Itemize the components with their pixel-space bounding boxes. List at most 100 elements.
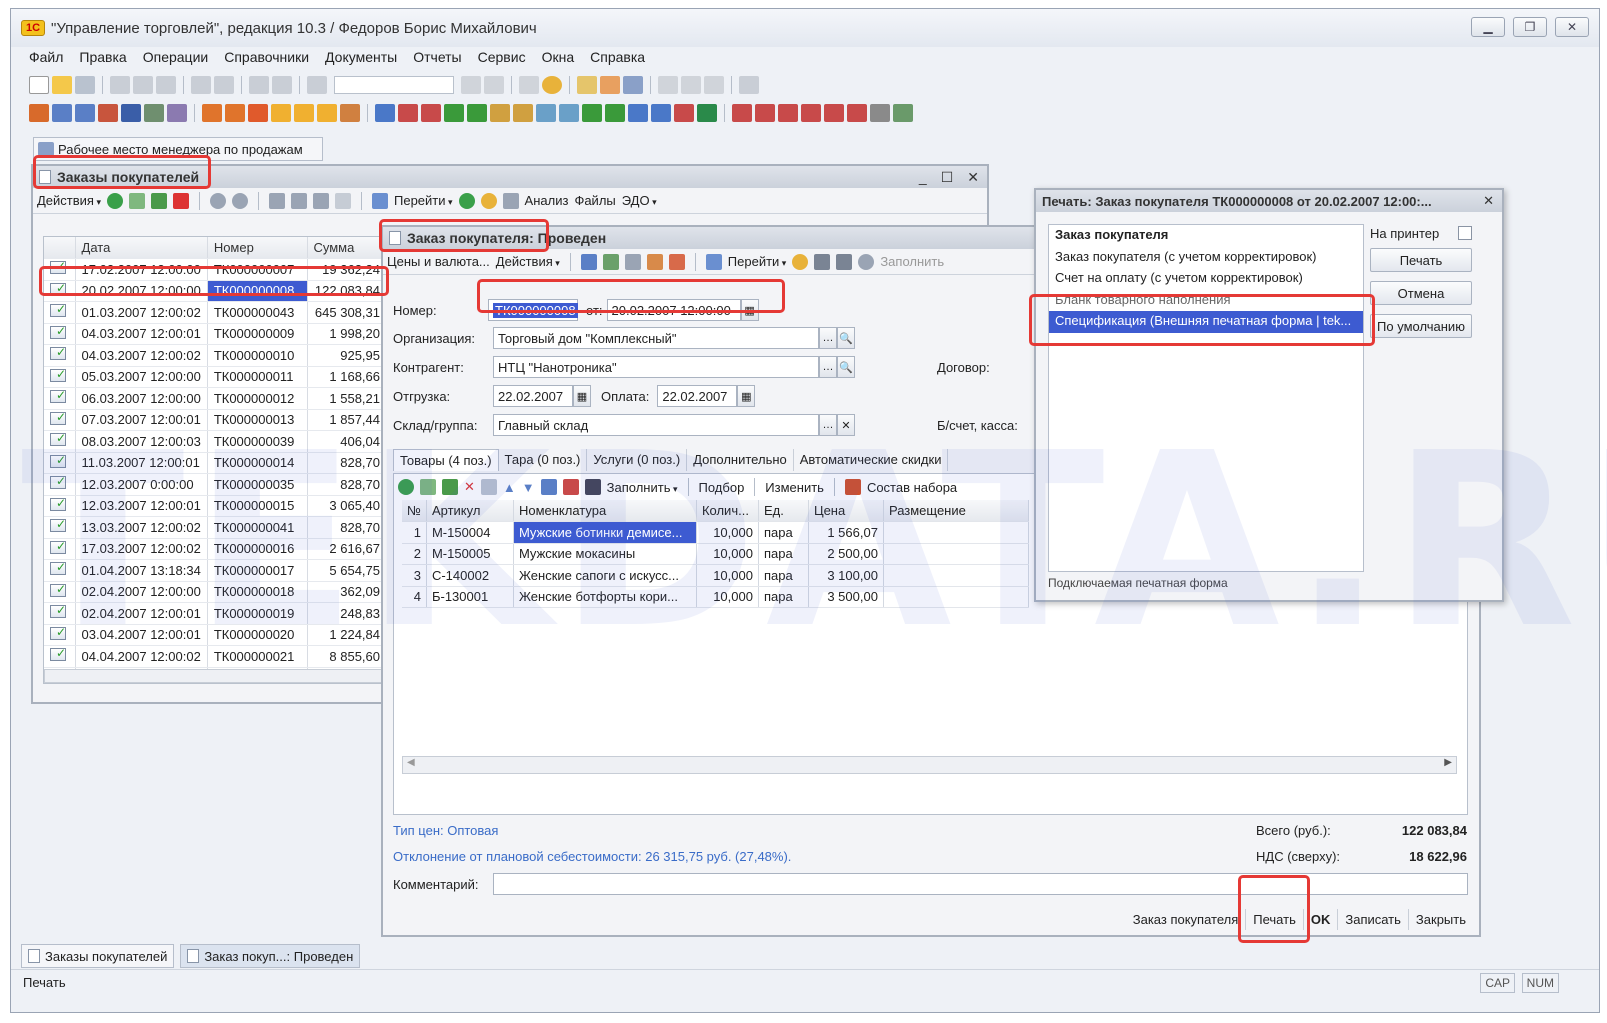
column-number[interactable]: Номер xyxy=(207,237,308,259)
doc-receipt-icon[interactable] xyxy=(75,104,95,122)
reread-icon[interactable] xyxy=(602,253,619,270)
filter-off-icon[interactable] xyxy=(335,192,351,209)
doc-a-icon[interactable] xyxy=(375,104,395,122)
restore-button[interactable]: ❐ xyxy=(1513,17,1547,37)
barcode-icon[interactable] xyxy=(584,479,601,495)
column-price[interactable]: Цена xyxy=(808,500,884,522)
doc-b-icon[interactable] xyxy=(398,104,418,122)
table-row[interactable]: 1 М-150004 Мужские ботинки демисе... 10,000… xyxy=(402,521,1029,544)
add-icon[interactable] xyxy=(107,192,123,209)
payment-field[interactable]: 22.02.2007 xyxy=(657,385,738,407)
column-n[interactable]: № xyxy=(402,500,427,522)
memory-minus-icon[interactable] xyxy=(704,76,724,94)
save-icon[interactable] xyxy=(75,76,95,94)
calendar-icon[interactable] xyxy=(600,76,620,94)
edo-menu[interactable]: ЭДО xyxy=(622,193,657,208)
tab-auto-discounts[interactable]: Автоматические скидки xyxy=(794,449,949,471)
end-edit-icon[interactable] xyxy=(480,479,497,495)
copy-row-icon[interactable] xyxy=(420,479,436,495)
organization-field[interactable]: Торговый дом "Комплексный" xyxy=(493,327,819,349)
memory-m-icon[interactable] xyxy=(658,76,678,94)
select-ellipsis-icon[interactable]: … xyxy=(819,327,837,349)
menu-windows[interactable]: Окна xyxy=(542,49,575,71)
taskbar-order-doc[interactable]: Заказ покуп...: Проведен xyxy=(180,944,361,968)
table-row[interactable]: 2 М-150005 Мужские мокасины 10,000 пара 2 500… xyxy=(402,543,1029,565)
table-row[interactable]: 08.03.2007 12:00:03ТК000000039406,04 xyxy=(44,430,387,453)
doc-g-icon[interactable] xyxy=(513,104,533,122)
open-search-icon[interactable]: 🔍 xyxy=(837,327,855,349)
calendar-icon[interactable]: ▦ xyxy=(573,385,591,407)
doc-f-icon[interactable] xyxy=(490,104,510,122)
new-file-icon[interactable] xyxy=(29,76,49,94)
doc-w-icon[interactable] xyxy=(893,104,913,122)
money-icon[interactable] xyxy=(271,104,291,122)
reports-icon[interactable] xyxy=(167,104,187,122)
menu-service[interactable]: Сервис xyxy=(478,49,526,71)
movements-icon[interactable] xyxy=(646,253,663,270)
goods-icon[interactable] xyxy=(202,104,222,122)
sort-asc-icon[interactable] xyxy=(540,479,557,495)
users-icon[interactable] xyxy=(623,76,643,94)
doc-r-icon[interactable] xyxy=(778,104,798,122)
menu-reports[interactable]: Отчеты xyxy=(413,49,461,71)
table-row[interactable]: 12.03.2007 12:00:01ТК0000000153 065,40 xyxy=(44,495,387,517)
orders-hscrollbar[interactable] xyxy=(44,669,387,683)
doc-help-icon[interactable] xyxy=(792,253,809,270)
tab-additional[interactable]: Дополнительно xyxy=(687,449,794,471)
doc-d-icon[interactable] xyxy=(444,104,464,122)
tab-containers[interactable]: Тара (0 поз.) xyxy=(499,449,588,471)
copy-icon[interactable] xyxy=(133,76,153,94)
tree-icon[interactable] xyxy=(836,253,853,270)
menu-edit[interactable]: Правка xyxy=(79,49,126,71)
doc-o-icon[interactable] xyxy=(697,104,717,122)
workplace-button[interactable]: Рабочее место менеджера по продажам xyxy=(33,137,323,161)
menu-catalogs[interactable]: Справочники xyxy=(224,49,309,71)
window-icon[interactable] xyxy=(519,76,539,94)
table-row[interactable]: 02.04.2007 12:00:01ТК000000019248,83 xyxy=(44,602,387,625)
taskbar-orders-list[interactable]: Заказы покупателей xyxy=(21,944,175,968)
prices-currency-button[interactable]: Цены и валюта... xyxy=(387,254,490,269)
structure-icon[interactable] xyxy=(668,253,685,270)
copy-row-icon[interactable] xyxy=(129,192,145,209)
menu-operations[interactable]: Операции xyxy=(143,49,209,71)
doc-h-icon[interactable] xyxy=(536,104,556,122)
goods-out-icon[interactable] xyxy=(248,104,268,122)
redo-icon[interactable] xyxy=(272,76,292,94)
contractors-icon[interactable] xyxy=(121,104,141,122)
copy-doc-icon[interactable] xyxy=(624,253,641,270)
column-sum[interactable]: Сумма xyxy=(307,237,387,259)
table-row[interactable]: 01.03.2007 12:00:02ТК000000043645 308,31 xyxy=(44,301,387,324)
column-unit[interactable]: Ед. xyxy=(758,500,809,522)
column-article[interactable]: Артикул xyxy=(426,500,514,522)
find-next-icon[interactable] xyxy=(461,76,481,94)
doc-actions-menu[interactable]: Действия xyxy=(496,254,560,269)
tab-goods[interactable]: Товары (4 поз.) xyxy=(393,449,499,471)
menu-documents[interactable]: Документы xyxy=(325,49,397,71)
close-doc-button[interactable]: Закрыть xyxy=(1407,909,1473,930)
table-row[interactable]: 04.03.2007 12:00:02ТК000000010925,95 xyxy=(44,344,387,367)
menu-file[interactable]: Файл xyxy=(29,49,63,71)
based-on-doc-icon[interactable] xyxy=(705,253,722,270)
open-folder-icon[interactable] xyxy=(52,76,72,94)
menu-help[interactable]: Справка xyxy=(590,49,645,71)
table-row[interactable]: 3 С-140002 Женские сапоги с искусс... 10,00… xyxy=(402,564,1029,587)
history-icon[interactable] xyxy=(858,253,875,270)
print-icon[interactable] xyxy=(191,76,211,94)
date-field[interactable]: 20.02.2007 12:00:00 xyxy=(606,299,741,321)
table-row[interactable]: 4 Б-130001 Женские ботфорты кори... 10,000 п… xyxy=(402,586,1029,608)
change-button[interactable]: Изменить xyxy=(765,480,824,495)
doc-v-icon[interactable] xyxy=(870,104,890,122)
preview-icon[interactable] xyxy=(214,76,234,94)
ok-button[interactable]: OK xyxy=(1302,909,1338,930)
delete-row-icon[interactable]: ✕ xyxy=(464,479,475,495)
edit-row-icon[interactable] xyxy=(442,479,458,495)
select-ellipsis-icon[interactable]: … xyxy=(819,356,837,378)
paste-icon[interactable] xyxy=(156,76,176,94)
close-icon[interactable]: ✕ xyxy=(967,169,979,186)
sort-desc-icon[interactable] xyxy=(562,479,579,495)
calendar-icon[interactable]: ▦ xyxy=(740,299,759,321)
column-placement[interactable]: Размещение xyxy=(883,500,1029,522)
doc-l-icon[interactable] xyxy=(628,104,648,122)
kit-composition-button[interactable]: Состав набора xyxy=(867,480,957,495)
table-row[interactable]: 06.03.2007 12:00:00ТК0000000121 558,21 xyxy=(44,387,387,410)
